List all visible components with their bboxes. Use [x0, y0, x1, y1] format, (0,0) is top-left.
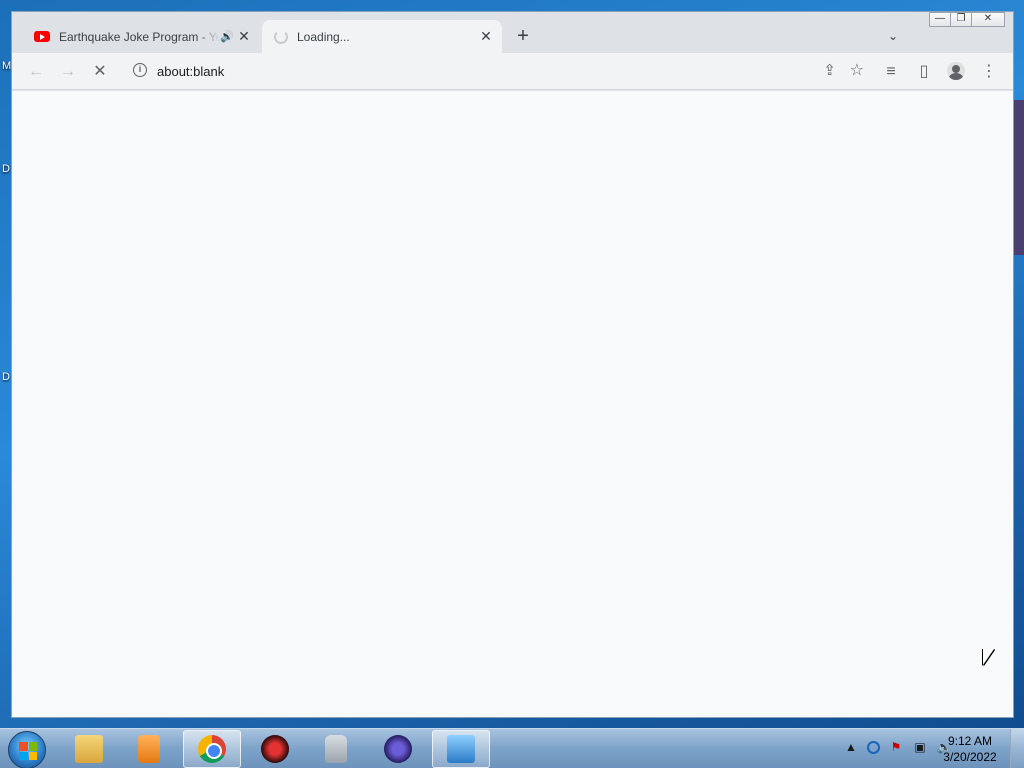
windows-logo-icon — [19, 742, 37, 760]
page-content[interactable] — [12, 91, 1013, 717]
system-tray: ▲ ⚑ ▣ 🔈 — [843, 739, 952, 755]
network-icon[interactable]: ▣ — [912, 739, 928, 755]
sync-icon[interactable] — [867, 740, 880, 754]
forward-button[interactable]: → — [58, 62, 78, 82]
desktop-label-d2: D — [2, 371, 10, 383]
profile-button[interactable] — [947, 62, 967, 82]
share-icon[interactable]: ⇪ — [823, 61, 836, 79]
minimize-button[interactable]: — — [929, 12, 951, 27]
address-bar[interactable]: i about:blank ⇪ ☆ — [123, 57, 866, 85]
taskbar-control-panel[interactable] — [432, 730, 490, 768]
taskbar-security[interactable] — [307, 730, 365, 768]
taskbar-explorer[interactable] — [60, 730, 118, 768]
tab-search-button[interactable]: ⌄ — [885, 29, 901, 45]
mouse-cursor-icon — [983, 649, 994, 665]
reading-list-icon[interactable]: ≡ — [881, 62, 901, 82]
taskbar: ▲ ⚑ ▣ 🔈 9:12 AM 3/20/2022 — [0, 728, 1024, 768]
tab-close-icon[interactable]: ✕ — [476, 28, 496, 45]
new-tab-button[interactable]: + — [512, 26, 534, 48]
browser-toolbar: ← → ✕ i about:blank ⇪ ☆ ≡ ▯ ⋮ — [12, 53, 1013, 90]
youtube-icon — [34, 31, 50, 42]
side-panel-icon[interactable]: ▯ — [914, 62, 934, 82]
clock[interactable]: 9:12 AM 3/20/2022 — [940, 733, 1000, 765]
lock-icon — [325, 735, 347, 763]
tab-title: Earthquake Joke Program - YouTube — [59, 29, 220, 44]
tab-strip: Earthquake Joke Program - YouTube 🔊 ✕ Lo… — [12, 12, 1013, 53]
chrome-icon — [198, 735, 226, 763]
show-hidden-icons-arrow[interactable]: ▲ — [843, 739, 859, 755]
clock-time: 9:12 AM — [947, 734, 993, 748]
media-player-icon — [138, 735, 160, 763]
avatar-icon — [947, 62, 965, 80]
desktop-label-m: M — [2, 60, 12, 72]
url-text[interactable]: about:blank — [157, 64, 224, 79]
control-panel-icon — [447, 735, 475, 763]
tab-close-icon[interactable]: ✕ — [234, 28, 254, 45]
close-window-button[interactable]: ✕ — [971, 12, 1005, 27]
desktop-label-d1: D — [2, 163, 10, 175]
back-button[interactable]: ← — [26, 62, 46, 82]
show-desktop-button[interactable] — [1010, 729, 1024, 768]
start-button[interactable] — [8, 731, 46, 768]
tab-title: Loading... — [297, 29, 350, 44]
clock-date: 3/20/2022 — [943, 750, 997, 764]
folder-icon — [75, 735, 103, 763]
stop-loading-button[interactable]: ✕ — [90, 62, 110, 82]
menu-button[interactable]: ⋮ — [979, 62, 999, 82]
red-app-icon — [261, 735, 289, 763]
bookmark-star-icon[interactable]: ☆ — [850, 60, 864, 80]
browser-window: Earthquake Joke Program - YouTube 🔊 ✕ Lo… — [11, 11, 1014, 718]
tab-loading[interactable]: Loading... ✕ — [262, 20, 502, 53]
site-info-icon[interactable]: i — [133, 63, 147, 77]
action-center-flag-icon[interactable]: ⚑ — [888, 739, 904, 755]
taskbar-media-player[interactable] — [120, 730, 178, 768]
taskbar-chrome[interactable] — [183, 730, 241, 768]
tab-earthquake-joke[interactable]: Earthquake Joke Program - YouTube 🔊 ✕ — [22, 20, 260, 53]
taskbar-red-app[interactable] — [246, 730, 304, 768]
taskbar-blue-app[interactable] — [369, 730, 427, 768]
blue-app-icon — [384, 735, 412, 763]
window-controls: — ❐ ✕ — [929, 12, 1005, 27]
loading-spinner-icon — [274, 29, 288, 44]
audio-playing-icon[interactable]: 🔊 — [220, 30, 234, 43]
restore-button[interactable]: ❐ — [950, 12, 972, 27]
